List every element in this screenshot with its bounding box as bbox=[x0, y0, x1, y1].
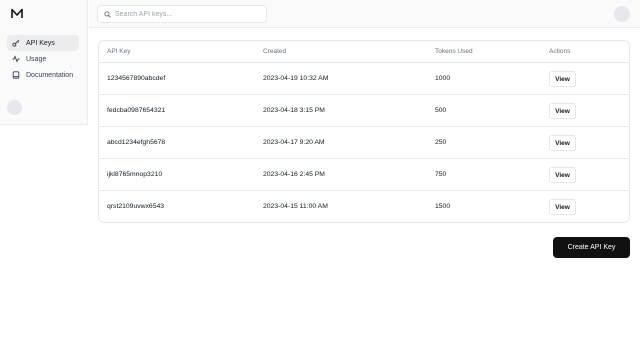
book-icon bbox=[12, 71, 20, 79]
created-cell: 2023-04-19 10:32 AM bbox=[263, 75, 329, 82]
api-keys-table: API Key Created Tokens Used Actions 1234… bbox=[98, 40, 630, 223]
api-key-cell: qrst2109uvwx6543 bbox=[107, 203, 165, 210]
sidebar-item-usage[interactable]: Usage bbox=[7, 51, 79, 67]
activity-icon bbox=[12, 55, 20, 63]
search-input[interactable] bbox=[115, 10, 255, 18]
sidebar-item-label: API Keys bbox=[26, 39, 55, 47]
view-button[interactable]: View bbox=[549, 135, 576, 151]
table-row: 1234567890abcdef 2023-04-19 10:32 AM 100… bbox=[99, 63, 629, 95]
mountain-logo-icon[interactable] bbox=[11, 8, 23, 19]
sidebar-item-documentation[interactable]: Documentation bbox=[7, 67, 79, 83]
table-header: API Key Created Tokens Used Actions bbox=[99, 41, 629, 63]
tokens-cell: 1000 bbox=[435, 75, 451, 82]
api-key-cell: abcd1234efgh5678 bbox=[107, 139, 166, 146]
created-cell: 2023-04-15 11:00 AM bbox=[263, 203, 328, 210]
created-cell: 2023-04-16 2:45 PM bbox=[263, 171, 325, 178]
sidebar-item-api-keys[interactable]: API Keys bbox=[7, 35, 79, 51]
table-row: abcd1234efgh5678 2023-04-17 9:20 AM 250 … bbox=[99, 127, 629, 159]
tokens-cell: 250 bbox=[435, 139, 447, 146]
tokens-cell: 1500 bbox=[435, 203, 451, 210]
table-row: ijkl8765mnop3210 2023-04-16 2:45 PM 750 … bbox=[99, 159, 629, 191]
column-header-api-key: API Key bbox=[107, 48, 131, 55]
avatar[interactable] bbox=[7, 100, 22, 115]
tokens-cell: 500 bbox=[435, 107, 447, 114]
created-cell: 2023-04-17 9:20 AM bbox=[263, 139, 325, 146]
view-button[interactable]: View bbox=[549, 167, 576, 183]
api-key-cell: ijkl8765mnop3210 bbox=[107, 171, 163, 178]
sidebar-item-label: Usage bbox=[26, 55, 47, 63]
sidebar-nav: API Keys Usage Documentation bbox=[7, 35, 79, 83]
created-cell: 2023-04-18 3:15 PM bbox=[263, 107, 325, 114]
key-icon bbox=[12, 39, 20, 47]
column-header-tokens-used: Tokens Used bbox=[435, 48, 473, 55]
sidebar-item-label: Documentation bbox=[26, 71, 74, 79]
column-header-actions: Actions bbox=[549, 48, 571, 55]
view-button[interactable]: View bbox=[549, 71, 576, 87]
create-api-key-button[interactable]: Create API Key bbox=[553, 237, 630, 258]
view-button[interactable]: View bbox=[549, 103, 576, 119]
view-button[interactable]: View bbox=[549, 199, 576, 215]
search-icon bbox=[104, 10, 111, 18]
column-header-created: Created bbox=[263, 48, 287, 55]
api-key-cell: 1234567890abcdef bbox=[107, 75, 166, 82]
tokens-cell: 750 bbox=[435, 171, 447, 178]
top-bar bbox=[89, 0, 640, 28]
api-key-cell: fedcba0987654321 bbox=[107, 107, 166, 114]
sidebar: API Keys Usage Documentation bbox=[0, 0, 88, 125]
search-box[interactable] bbox=[97, 5, 267, 23]
table-row: qrst2109uvwx6543 2023-04-15 11:00 AM 150… bbox=[99, 191, 629, 222]
user-avatar[interactable] bbox=[614, 6, 630, 22]
table-row: fedcba0987654321 2023-04-18 3:15 PM 500 … bbox=[99, 95, 629, 127]
